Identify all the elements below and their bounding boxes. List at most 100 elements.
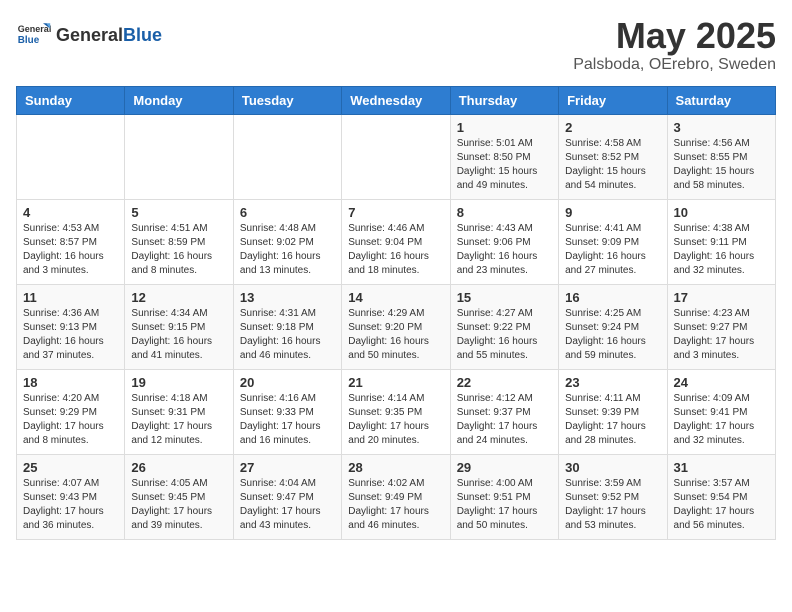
calendar-week-2: 4 Sunrise: 4:53 AM Sunset: 8:57 PM Daylig… — [17, 199, 776, 284]
day-number: 8 — [457, 205, 552, 220]
day-number: 2 — [565, 120, 660, 135]
day-info: Sunrise: 4:04 AM Sunset: 9:47 PM Dayligh… — [240, 477, 335, 533]
day-number: 4 — [23, 205, 118, 220]
day-info: Sunrise: 4:46 AM Sunset: 9:04 PM Dayligh… — [348, 222, 443, 278]
day-info: Sunrise: 4:34 AM Sunset: 9:15 PM Dayligh… — [131, 307, 226, 363]
day-info: Sunrise: 4:53 AM Sunset: 8:57 PM Dayligh… — [23, 222, 118, 278]
day-info: Sunrise: 4:38 AM Sunset: 9:11 PM Dayligh… — [674, 222, 769, 278]
calendar-cell: 4 Sunrise: 4:53 AM Sunset: 8:57 PM Daylig… — [17, 199, 125, 284]
day-number: 23 — [565, 375, 660, 390]
location: Palsboda, OErebro, Sweden — [573, 56, 776, 74]
calendar-header-thursday: Thursday — [450, 86, 558, 114]
calendar-cell: 21Sunrise: 4:14 AM Sunset: 9:35 PM Dayli… — [342, 369, 450, 454]
day-number: 1 — [457, 120, 552, 135]
calendar-cell: 18 Sunrise: 4:20 AM Sunset: 9:29 PM Dayli… — [17, 369, 125, 454]
day-number: 3 — [674, 120, 769, 135]
day-info: Sunrise: 4:25 AM Sunset: 9:24 PM Dayligh… — [565, 307, 660, 363]
day-info: Sunrise: 4:58 AM Sunset: 8:52 PM Dayligh… — [565, 137, 660, 193]
day-number: 28 — [348, 460, 443, 475]
day-number: 12 — [131, 290, 226, 305]
day-info: Sunrise: 4:27 AM Sunset: 9:22 PM Dayligh… — [457, 307, 552, 363]
day-number: 10 — [674, 205, 769, 220]
calendar-cell: 29Sunrise: 4:00 AM Sunset: 9:51 PM Dayli… — [450, 454, 558, 539]
day-number: 5 — [131, 205, 226, 220]
day-number: 21 — [348, 375, 443, 390]
svg-text:General: General — [18, 24, 52, 34]
calendar-cell: 26Sunrise: 4:05 AM Sunset: 9:45 PM Dayli… — [125, 454, 233, 539]
calendar-cell: 12 Sunrise: 4:34 AM Sunset: 9:15 PM Dayli… — [125, 284, 233, 369]
svg-text:Blue: Blue — [18, 35, 40, 46]
day-number: 25 — [23, 460, 118, 475]
calendar-cell: 23 Sunrise: 4:11 AM Sunset: 9:39 PM Dayli… — [559, 369, 667, 454]
day-number: 30 — [565, 460, 660, 475]
day-info: Sunrise: 4:23 AM Sunset: 9:27 PM Dayligh… — [674, 307, 769, 363]
day-info: Sunrise: 4:00 AM Sunset: 9:51 PM Dayligh… — [457, 477, 552, 533]
calendar-cell: 5 Sunrise: 4:51 AM Sunset: 8:59 PM Daylig… — [125, 199, 233, 284]
calendar-cell: 24 Sunrise: 4:09 AM Sunset: 9:41 PM Dayli… — [667, 369, 775, 454]
calendar-week-4: 18 Sunrise: 4:20 AM Sunset: 9:29 PM Dayli… — [17, 369, 776, 454]
day-info: Sunrise: 4:20 AM Sunset: 9:29 PM Dayligh… — [23, 392, 118, 448]
calendar-cell: 8 Sunrise: 4:43 AM Sunset: 9:06 PM Daylig… — [450, 199, 558, 284]
day-info: Sunrise: 4:09 AM Sunset: 9:41 PM Dayligh… — [674, 392, 769, 448]
day-number: 24 — [674, 375, 769, 390]
day-number: 7 — [348, 205, 443, 220]
calendar: SundayMondayTuesdayWednesdayThursdayFrid… — [16, 86, 776, 540]
calendar-cell: 27Sunrise: 4:04 AM Sunset: 9:47 PM Dayli… — [233, 454, 341, 539]
day-number: 20 — [240, 375, 335, 390]
day-info: Sunrise: 4:02 AM Sunset: 9:49 PM Dayligh… — [348, 477, 443, 533]
day-info: Sunrise: 4:48 AM Sunset: 9:02 PM Dayligh… — [240, 222, 335, 278]
day-info: Sunrise: 4:11 AM Sunset: 9:39 PM Dayligh… — [565, 392, 660, 448]
calendar-week-5: 25 Sunrise: 4:07 AM Sunset: 9:43 PM Dayli… — [17, 454, 776, 539]
calendar-cell: 11 Sunrise: 4:36 AM Sunset: 9:13 PM Dayli… — [17, 284, 125, 369]
day-info: Sunrise: 4:18 AM Sunset: 9:31 PM Dayligh… — [131, 392, 226, 448]
calendar-cell: 10 Sunrise: 4:38 AM Sunset: 9:11 PM Dayli… — [667, 199, 775, 284]
calendar-cell: 9 Sunrise: 4:41 AM Sunset: 9:09 PM Daylig… — [559, 199, 667, 284]
calendar-cell: 7 Sunrise: 4:46 AM Sunset: 9:04 PM Daylig… — [342, 199, 450, 284]
day-number: 14 — [348, 290, 443, 305]
day-info: Sunrise: 4:56 AM Sunset: 8:55 PM Dayligh… — [674, 137, 769, 193]
day-info: Sunrise: 4:36 AM Sunset: 9:13 PM Dayligh… — [23, 307, 118, 363]
calendar-cell — [17, 114, 125, 199]
calendar-cell: 1Sunrise: 5:01 AM Sunset: 8:50 PM Daylig… — [450, 114, 558, 199]
day-number: 22 — [457, 375, 552, 390]
calendar-cell: 22Sunrise: 4:12 AM Sunset: 9:37 PM Dayli… — [450, 369, 558, 454]
day-number: 11 — [23, 290, 118, 305]
logo: General Blue GeneralBlue — [16, 16, 162, 52]
day-info: Sunrise: 4:07 AM Sunset: 9:43 PM Dayligh… — [23, 477, 118, 533]
calendar-week-1: 1Sunrise: 5:01 AM Sunset: 8:50 PM Daylig… — [17, 114, 776, 199]
day-info: Sunrise: 4:41 AM Sunset: 9:09 PM Dayligh… — [565, 222, 660, 278]
calendar-cell — [125, 114, 233, 199]
day-number: 19 — [131, 375, 226, 390]
month-title: May 2025 — [573, 16, 776, 56]
day-info: Sunrise: 3:59 AM Sunset: 9:52 PM Dayligh… — [565, 477, 660, 533]
calendar-header-row: SundayMondayTuesdayWednesdayThursdayFrid… — [17, 86, 776, 114]
day-info: Sunrise: 4:51 AM Sunset: 8:59 PM Dayligh… — [131, 222, 226, 278]
calendar-cell: 19 Sunrise: 4:18 AM Sunset: 9:31 PM Dayli… — [125, 369, 233, 454]
calendar-header-tuesday: Tuesday — [233, 86, 341, 114]
calendar-cell: 28 Sunrise: 4:02 AM Sunset: 9:49 PM Dayli… — [342, 454, 450, 539]
day-number: 9 — [565, 205, 660, 220]
calendar-cell: 17 Sunrise: 4:23 AM Sunset: 9:27 PM Dayli… — [667, 284, 775, 369]
calendar-cell: 25 Sunrise: 4:07 AM Sunset: 9:43 PM Dayli… — [17, 454, 125, 539]
calendar-header-wednesday: Wednesday — [342, 86, 450, 114]
calendar-cell — [342, 114, 450, 199]
calendar-cell: 6Sunrise: 4:48 AM Sunset: 9:02 PM Daylig… — [233, 199, 341, 284]
day-number: 31 — [674, 460, 769, 475]
calendar-cell: 16Sunrise: 4:25 AM Sunset: 9:24 PM Dayli… — [559, 284, 667, 369]
day-number: 17 — [674, 290, 769, 305]
day-info: Sunrise: 4:31 AM Sunset: 9:18 PM Dayligh… — [240, 307, 335, 363]
day-number: 13 — [240, 290, 335, 305]
day-info: Sunrise: 4:05 AM Sunset: 9:45 PM Dayligh… — [131, 477, 226, 533]
calendar-header-friday: Friday — [559, 86, 667, 114]
page-header: General Blue GeneralBlue May 2025 Palsbo… — [16, 16, 776, 74]
calendar-header-monday: Monday — [125, 86, 233, 114]
day-info: Sunrise: 4:43 AM Sunset: 9:06 PM Dayligh… — [457, 222, 552, 278]
calendar-cell — [233, 114, 341, 199]
logo-blue: Blue — [123, 25, 162, 45]
calendar-cell: 20Sunrise: 4:16 AM Sunset: 9:33 PM Dayli… — [233, 369, 341, 454]
logo-general: General — [56, 25, 123, 45]
day-number: 18 — [23, 375, 118, 390]
calendar-cell: 13 Sunrise: 4:31 AM Sunset: 9:18 PM Dayli… — [233, 284, 341, 369]
logo-icon: General Blue — [16, 16, 52, 52]
calendar-week-3: 11 Sunrise: 4:36 AM Sunset: 9:13 PM Dayli… — [17, 284, 776, 369]
